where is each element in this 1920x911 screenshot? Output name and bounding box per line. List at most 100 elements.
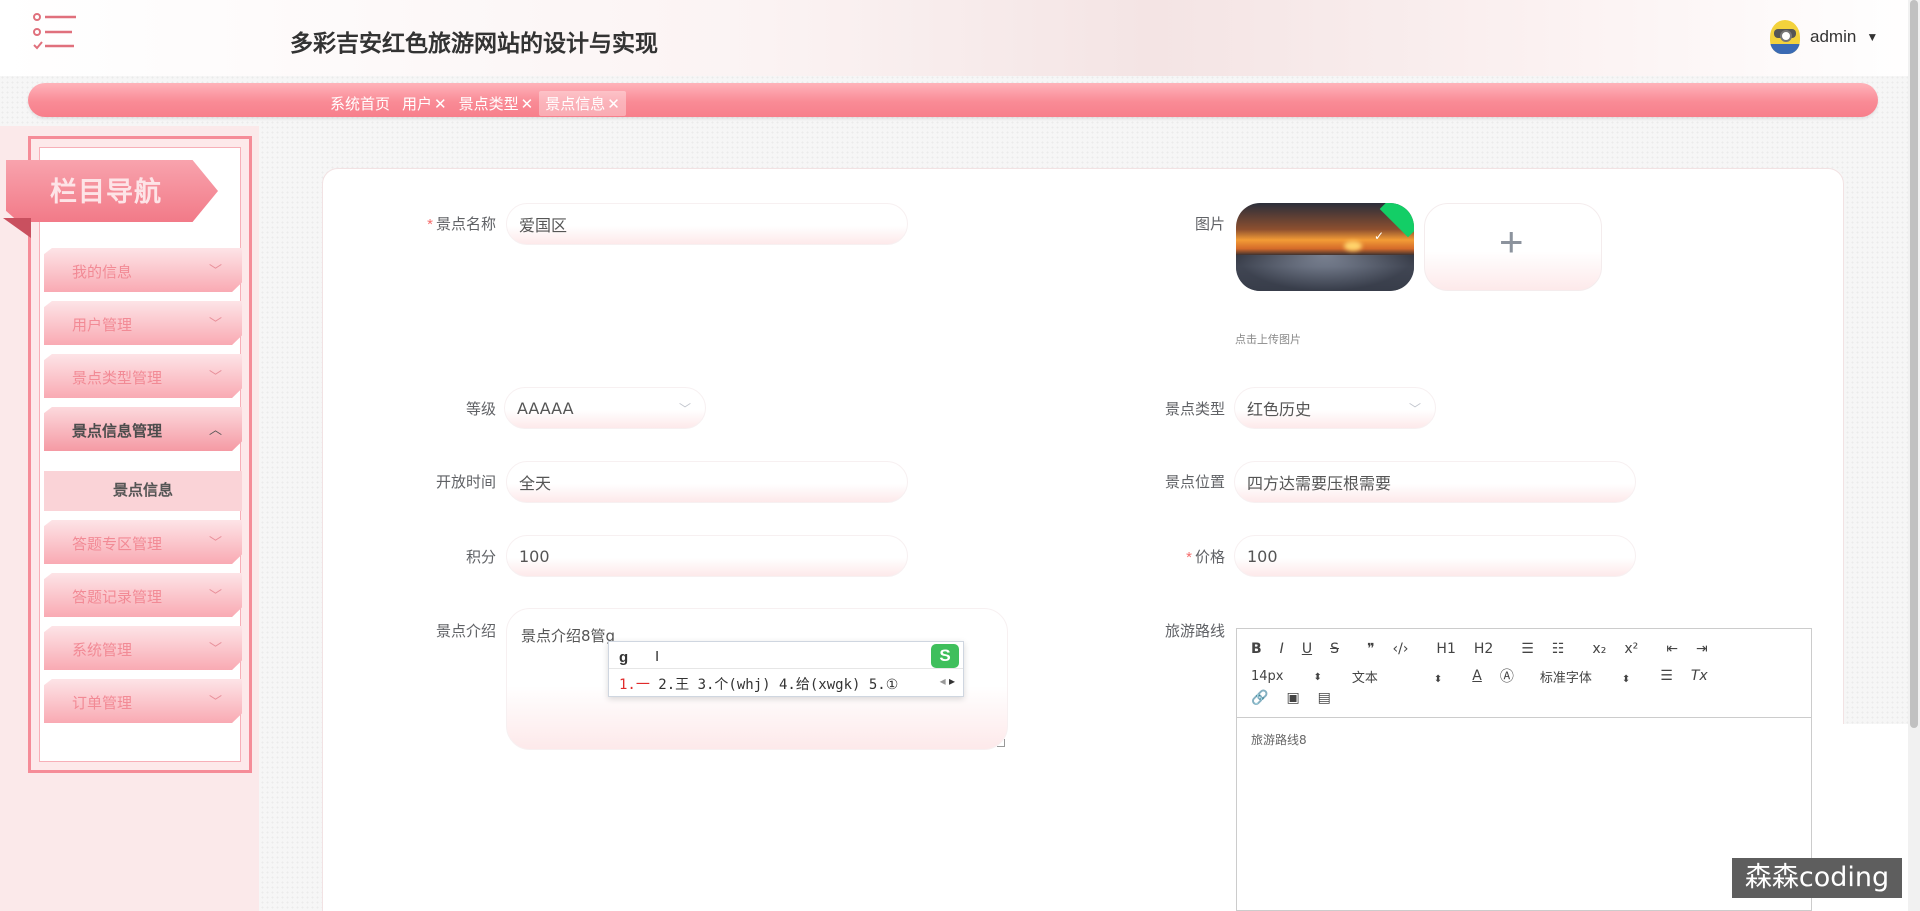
text-cursor-icon: I bbox=[655, 648, 660, 665]
points-input[interactable]: 100 bbox=[506, 535, 908, 577]
toolbar-row-1: B I U S ❞ ‹/› H1 H2 ☰ ☷ x₂ x² ⇤ ⇥ bbox=[1251, 641, 1726, 657]
price-input[interactable]: 100 bbox=[1234, 535, 1636, 577]
sidebar-item-my-info[interactable]: 我的信息 ﹀ bbox=[44, 248, 242, 292]
spot-name-input[interactable]: 爱国区 bbox=[506, 203, 908, 245]
blockquote-icon[interactable]: ❞ bbox=[1367, 641, 1375, 657]
editor-toolbar: B I U S ❞ ‹/› H1 H2 ☰ ☷ x₂ x² ⇤ ⇥ 14px ⬍ … bbox=[1237, 629, 1811, 718]
chevron-down-icon: ﹀ bbox=[208, 316, 222, 331]
ime-candidate-popup[interactable]: g I S 1.一 2.王 3.个(whj) 4.给(xwgk) 5.① ◂ ▸ bbox=[608, 641, 964, 697]
chevron-up-icon: ︿ bbox=[208, 422, 222, 437]
h1-icon[interactable]: H1 bbox=[1436, 641, 1455, 657]
field-label-spot-name: * 景点名称 bbox=[427, 216, 496, 233]
sidebar-item-spot-info-mgmt[interactable]: 景点信息管理 ︿ bbox=[44, 407, 242, 451]
underline-icon[interactable]: U bbox=[1302, 641, 1312, 657]
plus-icon: + bbox=[1499, 218, 1524, 265]
tab-home[interactable]: 系统首页 bbox=[324, 91, 396, 116]
image-icon[interactable]: ▣ bbox=[1286, 690, 1299, 706]
sidebar-item-label: 答题专区管理 bbox=[72, 536, 163, 553]
top-header: 多彩吉安红色旅游网站的设计与实现 admin ▼ bbox=[0, 0, 1920, 76]
field-label-level: 等级 bbox=[465, 401, 496, 418]
sidebar-item-order-mgmt[interactable]: 订单管理 ﹀ bbox=[44, 679, 242, 723]
chevron-down-icon: ﹀ bbox=[678, 402, 691, 416]
sidebar-item-label: 景点类型管理 bbox=[72, 370, 163, 387]
sidebar-item-spot-type-mgmt[interactable]: 景点类型管理 ﹀ bbox=[44, 354, 242, 398]
code-icon[interactable]: ‹/› bbox=[1393, 641, 1409, 657]
caret-down-icon: ▼ bbox=[1866, 30, 1879, 44]
field-label-price: * 价格 bbox=[1186, 549, 1225, 566]
upload-success-badge bbox=[1379, 203, 1414, 238]
chevron-down-icon: ﹀ bbox=[208, 369, 222, 384]
bold-icon[interactable]: B bbox=[1251, 641, 1262, 657]
superscript-icon[interactable]: x² bbox=[1624, 641, 1638, 657]
ime-logo-icon: S bbox=[931, 644, 959, 668]
strike-icon[interactable]: S bbox=[1330, 641, 1339, 657]
chevron-down-icon: ﹀ bbox=[208, 535, 222, 550]
sidebar-item-system-mgmt[interactable]: 系统管理 ﹀ bbox=[44, 626, 242, 670]
tab-spot-info[interactable]: 景点信息 ✕ bbox=[539, 91, 626, 116]
font-size-select[interactable]: 14px ⬍ bbox=[1251, 669, 1322, 684]
sidebar-item-label: 系统管理 bbox=[72, 642, 133, 659]
sidebar-subitem-spot-info[interactable]: 景点信息 bbox=[44, 471, 242, 511]
chevron-down-icon: ﹀ bbox=[208, 588, 222, 603]
level-select[interactable]: AAAAA ﹀ bbox=[504, 387, 706, 429]
chevron-down-icon: ﹀ bbox=[208, 263, 222, 278]
h2-icon[interactable]: H2 bbox=[1474, 641, 1493, 657]
scrollbar-thumb[interactable] bbox=[1910, 0, 1918, 728]
upload-tip: 点击上传图片 bbox=[1235, 334, 1301, 346]
tab-close-icon[interactable]: ✕ bbox=[434, 96, 447, 113]
field-label-open-time: 开放时间 bbox=[435, 474, 496, 491]
ime-page-arrows-icon[interactable]: ◂ ▸ bbox=[940, 674, 955, 688]
image-upload-button[interactable]: + bbox=[1424, 203, 1602, 291]
field-label-image: 图片 bbox=[1194, 216, 1225, 233]
sidebar-item-quiz-mgmt[interactable]: 答题专区管理 ﹀ bbox=[44, 520, 242, 564]
ime-candidates[interactable]: 1.一 2.王 3.个(whj) 4.给(xwgk) 5.① bbox=[619, 674, 898, 694]
sidebar-item-label: 景点信息管理 bbox=[72, 423, 163, 440]
font-family-select[interactable]: 标准字体 ⬍ bbox=[1540, 667, 1630, 686]
sidebar-subitem-label: 景点信息 bbox=[112, 482, 173, 499]
sidebar-item-label: 我的信息 bbox=[72, 264, 133, 281]
bullet-list-icon[interactable]: ☷ bbox=[1552, 641, 1565, 657]
field-label-route: 旅游路线 bbox=[1164, 623, 1225, 640]
tab-spot-types[interactable]: 景点类型 ✕ bbox=[453, 91, 540, 116]
indent-icon[interactable]: ⇥ bbox=[1696, 641, 1708, 657]
menu-toggle-icon[interactable] bbox=[32, 12, 78, 52]
font-color-icon[interactable]: A bbox=[1472, 668, 1482, 684]
sidebar-item-user-mgmt[interactable]: 用户管理 ﹀ bbox=[44, 301, 242, 345]
avatar bbox=[1770, 20, 1800, 54]
block-format-select[interactable]: 文本 ⬍ bbox=[1352, 667, 1442, 686]
sidebar-item-label: 答题记录管理 bbox=[72, 589, 163, 606]
site-title: 多彩吉安红色旅游网站的设计与实现 bbox=[290, 31, 658, 57]
link-icon[interactable]: 🔗 bbox=[1251, 690, 1268, 706]
outdent-icon[interactable]: ⇤ bbox=[1666, 641, 1678, 657]
user-name: admin bbox=[1810, 27, 1857, 46]
check-icon: ✓ bbox=[1373, 229, 1384, 243]
ordered-list-icon[interactable]: ☰ bbox=[1521, 641, 1534, 657]
italic-icon[interactable]: I bbox=[1280, 641, 1284, 657]
toolbar-row-3: 🔗 ▣ ▤ bbox=[1251, 690, 1349, 706]
resize-handle-icon[interactable] bbox=[997, 739, 1005, 747]
chevron-down-icon: ﹀ bbox=[208, 694, 222, 709]
editor-content[interactable]: 旅游路线8 bbox=[1251, 731, 1307, 748]
sidebar-frame bbox=[28, 136, 252, 773]
watermark-blur bbox=[1584, 858, 1734, 894]
spot-type-select[interactable]: 红色历史 ﹀ bbox=[1234, 387, 1436, 429]
background-color-icon[interactable]: Ⓐ bbox=[1500, 666, 1514, 686]
align-icon[interactable]: ☰ bbox=[1660, 668, 1673, 684]
page-scrollbar[interactable] bbox=[1908, 0, 1920, 911]
field-label-spot-type: 景点类型 bbox=[1164, 401, 1225, 418]
watermark: 森森coding bbox=[1732, 858, 1902, 898]
tab-users[interactable]: 用户 ✕ bbox=[396, 91, 453, 116]
uploaded-image-thumbnail[interactable]: ✓ bbox=[1236, 203, 1414, 291]
open-time-input[interactable]: 全天 bbox=[506, 461, 908, 503]
toolbar-row-2: 14px ⬍ 文本 ⬍ A Ⓐ 标准字体 ⬍ ☰ Tx bbox=[1251, 666, 1726, 686]
tab-close-icon[interactable]: ✕ bbox=[607, 96, 620, 113]
tab-close-icon[interactable]: ✕ bbox=[521, 96, 534, 113]
clear-format-icon[interactable]: Tx bbox=[1691, 668, 1708, 684]
subscript-icon[interactable]: x₂ bbox=[1592, 641, 1606, 657]
tab-bar: 系统首页 用户 ✕ 景点类型 ✕ 景点信息 ✕ bbox=[28, 83, 1878, 117]
location-input[interactable]: 四方达需要压根需要 bbox=[1234, 461, 1636, 503]
sidebar-item-quiz-record-mgmt[interactable]: 答题记录管理 ﹀ bbox=[44, 573, 242, 617]
field-label-location: 景点位置 bbox=[1164, 474, 1225, 491]
video-icon[interactable]: ▤ bbox=[1318, 690, 1331, 706]
user-menu[interactable]: admin ▼ bbox=[1770, 20, 1878, 54]
